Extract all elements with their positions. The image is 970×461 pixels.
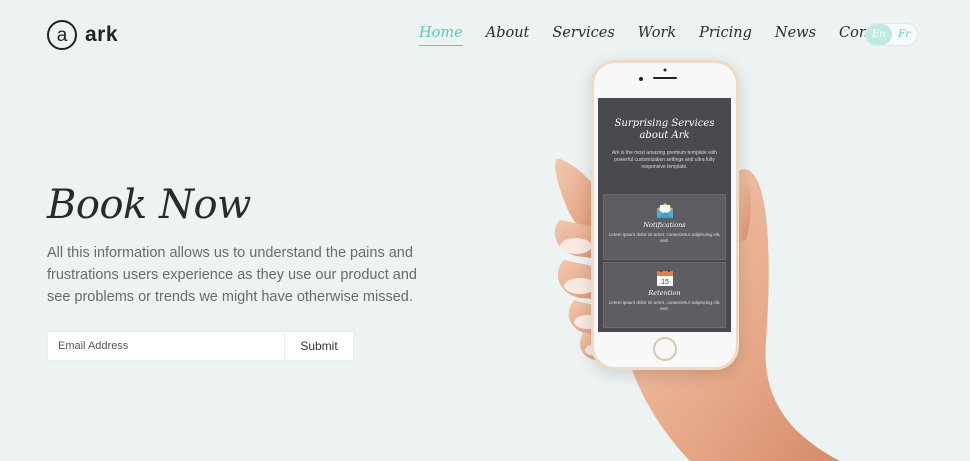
lang-en[interactable]: En [866,24,892,45]
nav-pricing[interactable]: Pricing [699,25,752,46]
phone-title: Surprising Services about Ark [614,118,715,141]
lang-fr[interactable]: Fr [892,24,918,45]
nav-services[interactable]: Services [552,25,614,46]
email-field[interactable] [47,331,285,361]
language-switcher: En Fr [865,23,918,46]
card-title: Retention [648,289,681,297]
calendar-day: 15 [661,279,669,286]
calendar-icon: 15 [656,270,673,286]
feature-card-retention: 15 Retention Lorem ipsum dolor sit amet,… [603,262,726,328]
newsletter-form: Submit [47,331,354,361]
phone-text: Ark is the most amazing premium template… [611,150,718,170]
logo-text: ark [85,23,119,46]
logo-mark: a [47,20,77,50]
feature-card-notifications: Notifications Lorem ipsum dolor sit amet… [603,194,726,260]
phone-screen: Surprising Services about Ark Ark is the… [598,98,731,332]
card-text: Lorem ipsum dolor sit amet, consectetur … [608,300,721,311]
hero-title: Book Now [47,182,251,228]
logo[interactable]: a ark [47,20,118,50]
main-nav: Home About Services Work Pricing News Co… [419,25,927,46]
card-text: Lorem ipsum dolor sit amet, consectetur … [608,232,721,243]
hero-text: All this information allows us to unders… [47,245,417,305]
nav-work[interactable]: Work [638,25,676,46]
nav-news[interactable]: News [775,25,816,46]
nav-home[interactable]: Home [419,25,463,46]
card-title: Notifications [643,221,686,229]
submit-button[interactable]: Submit [285,331,354,361]
envelope-icon [656,203,673,218]
nav-about[interactable]: About [486,25,530,46]
